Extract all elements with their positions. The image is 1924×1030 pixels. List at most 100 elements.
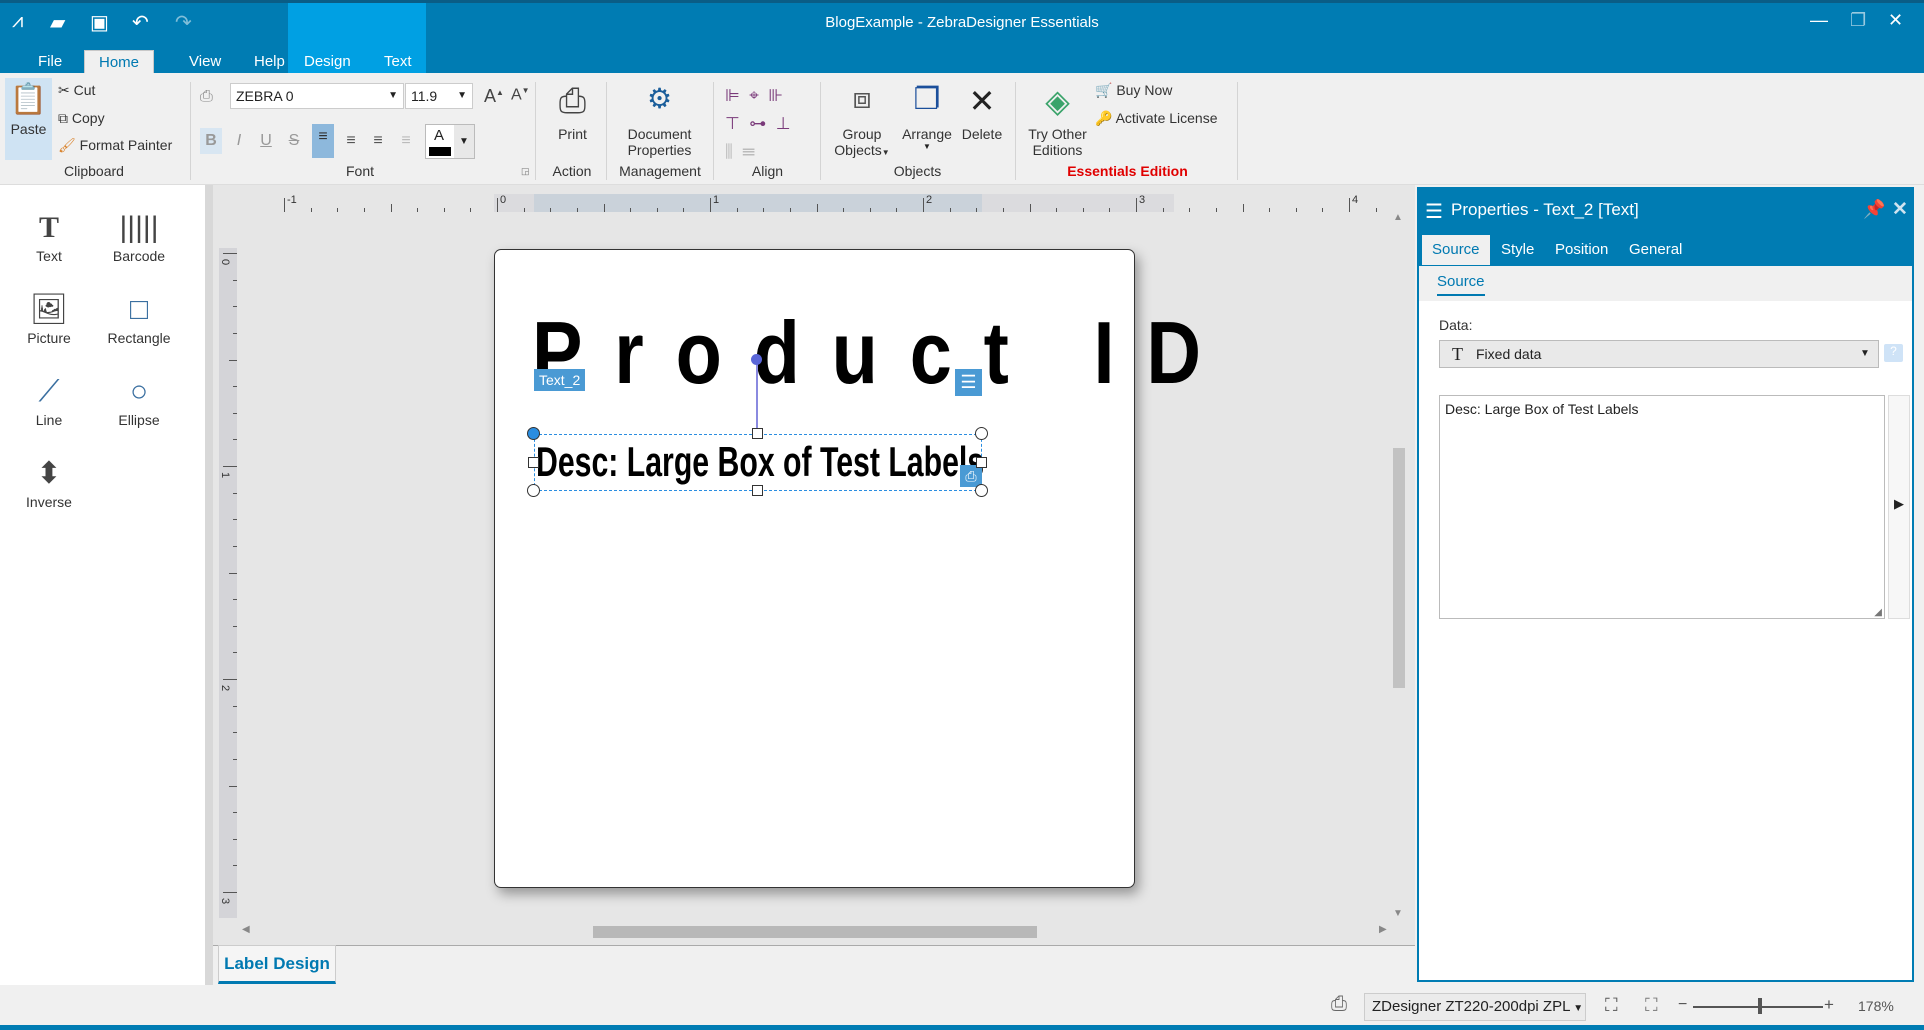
font-group-label: Font <box>345 163 374 179</box>
resize-handle[interactable] <box>976 457 987 468</box>
font-name-select[interactable]: ZEBRA 0 ▼ <box>230 83 404 109</box>
horizontal-scrollbar-thumb[interactable] <box>593 926 1037 938</box>
close-button[interactable]: ✕ <box>1888 10 1903 31</box>
ruler-tick <box>710 198 711 212</box>
arrange-button[interactable]: ❐ Arrange ▼ <box>897 82 957 151</box>
strikethrough-button[interactable]: S <box>283 128 305 154</box>
align-right-edges-icon[interactable]: ⊪ <box>768 86 783 105</box>
ruler-tick <box>233 439 237 441</box>
resize-handle[interactable] <box>528 457 539 468</box>
scroll-right-icon[interactable]: ▶ <box>1379 924 1387 935</box>
paste-label: Paste <box>10 121 47 137</box>
underline-button[interactable]: U <box>255 128 277 154</box>
align-right-button[interactable]: ≡ <box>367 128 389 154</box>
align-left-edges-icon[interactable]: ⊫ <box>725 86 740 105</box>
tab-label-design[interactable]: Label Design <box>218 945 336 984</box>
pin-icon[interactable]: 📌 <box>1863 199 1885 220</box>
resize-handle[interactable] <box>975 427 988 440</box>
group-objects-button[interactable]: ⧈ Group Objects▼ <box>828 82 896 158</box>
tab-position[interactable]: Position <box>1545 235 1618 265</box>
ruler-tick <box>1082 208 1084 212</box>
close-panel-icon[interactable]: ✕ <box>1892 198 1908 221</box>
delete-button[interactable]: ✕ Delete <box>957 82 1007 142</box>
hamburger-menu-icon[interactable]: ☰ <box>1425 199 1443 224</box>
dialog-launcher-icon[interactable]: ◲ <box>521 166 530 177</box>
ruler-tick <box>497 198 498 212</box>
resize-grip-icon[interactable]: ◢ <box>1874 607 1882 618</box>
tool-picture[interactable]: 🖼 Picture <box>4 290 94 346</box>
rotation-handle[interactable] <box>751 354 762 365</box>
align-top-icon[interactable]: ⊤ <box>725 114 740 133</box>
bold-button[interactable]: B <box>200 128 222 154</box>
tab-general[interactable]: General <box>1619 235 1692 265</box>
distribute-horizontal-icon[interactable]: ⫼ <box>725 142 733 161</box>
resize-handle[interactable] <box>527 427 540 440</box>
grow-font-icon[interactable]: A▲ <box>484 86 504 107</box>
product-id-text[interactable]: Product ID <box>532 298 1233 408</box>
tab-home[interactable]: Home <box>84 50 154 73</box>
tool-barcode[interactable]: ||||| Barcode <box>94 208 184 264</box>
scroll-up-icon[interactable]: ▲ <box>1393 212 1403 223</box>
tab-text[interactable]: Text <box>376 50 420 73</box>
font-color-button[interactable]: A ▼ <box>425 124 475 159</box>
scroll-down-icon[interactable]: ▼ <box>1393 908 1403 919</box>
zoom-out-icon[interactable]: − <box>1678 996 1687 1014</box>
paste-button[interactable]: 📋 Paste <box>5 78 52 160</box>
chevron-down-icon[interactable]: ▼ <box>454 125 474 158</box>
distribute-vertical-icon[interactable]: ☰ <box>742 142 755 161</box>
subtab-source[interactable]: Source <box>1437 273 1485 296</box>
tool-line[interactable]: ⟋ Line <box>4 372 94 428</box>
align-center-button[interactable]: ≡ <box>340 128 362 154</box>
ruler-tick <box>233 412 237 414</box>
shrink-font-icon[interactable]: A▼ <box>511 86 530 104</box>
actual-size-icon[interactable]: ⛶ <box>1645 995 1658 1016</box>
print-button[interactable]: ⎙ Print <box>545 82 600 142</box>
buy-now-button[interactable]: 🛒 Buy Now <box>1095 82 1172 99</box>
object-menu-icon[interactable]: ☰ <box>955 369 982 396</box>
resize-handle[interactable] <box>975 484 988 497</box>
scroll-left-icon[interactable]: ◀ <box>242 924 250 935</box>
zoom-in-icon[interactable]: + <box>1824 995 1834 1015</box>
font-size-select[interactable]: 11.9 ▼ <box>405 83 473 109</box>
resize-handle[interactable] <box>752 428 763 439</box>
resize-handle[interactable] <box>527 484 540 497</box>
align-left-button[interactable]: ≡ <box>312 124 334 158</box>
printer-select[interactable]: ZDesigner ZT220-200dpi ZPL ▼ <box>1364 993 1586 1021</box>
help-icon[interactable]: ? <box>1884 344 1903 362</box>
tool-rectangle[interactable]: □ Rectangle <box>94 290 184 346</box>
cut-button[interactable]: ✂ Cut <box>58 82 95 99</box>
try-other-editions-button[interactable]: ◈ Try Other Editions <box>1020 82 1095 158</box>
tab-source[interactable]: Source <box>1422 235 1490 265</box>
activate-license-button[interactable]: 🔑 Activate License <box>1095 110 1218 127</box>
zoom-slider-thumb[interactable] <box>1758 998 1762 1014</box>
tab-file[interactable]: File <box>30 50 70 73</box>
tab-view[interactable]: View <box>181 50 229 73</box>
expand-side-button[interactable]: ▶ <box>1888 395 1910 619</box>
align-centers-icon[interactable]: ⌖ <box>749 86 759 105</box>
desc-text[interactable]: Desc: Large Box of Test Labels <box>536 432 984 492</box>
text-value-textarea[interactable]: Desc: Large Box of Test Labels ◢ <box>1439 395 1885 619</box>
barcode-icon: ||||| <box>119 211 159 244</box>
tab-help[interactable]: Help <box>246 50 293 73</box>
copy-button[interactable]: ⧉ Copy <box>58 110 105 127</box>
tool-ellipse[interactable]: ○ Ellipse <box>94 372 184 428</box>
tab-style[interactable]: Style <box>1491 235 1544 265</box>
fit-to-window-icon[interactable]: ⛶ <box>1605 995 1618 1016</box>
resize-handle[interactable] <box>752 485 763 496</box>
align-bottom-icon[interactable]: ⊥ <box>776 114 791 133</box>
restore-button[interactable]: ❐ <box>1850 10 1866 31</box>
document-properties-button[interactable]: ⚙ Document Properties <box>612 82 707 158</box>
panel-splitter[interactable] <box>205 185 213 985</box>
justify-button[interactable]: ≡ <box>395 128 417 154</box>
italic-button[interactable]: I <box>228 128 250 154</box>
format-painter-button[interactable]: 🖌 Format Painter <box>58 137 172 154</box>
align-middle-icon[interactable]: ⊶ <box>749 114 766 133</box>
minimize-button[interactable]: — <box>1810 10 1828 31</box>
tool-label: Line <box>35 412 63 428</box>
tool-text[interactable]: T Text <box>4 208 94 264</box>
tool-inverse[interactable]: ⬍ Inverse <box>4 454 94 510</box>
tab-design[interactable]: Design <box>296 50 359 73</box>
ruler-tick <box>1322 208 1324 212</box>
vertical-scrollbar-thumb[interactable] <box>1393 448 1405 688</box>
data-source-select[interactable]: T Fixed data ▼ <box>1439 340 1879 368</box>
